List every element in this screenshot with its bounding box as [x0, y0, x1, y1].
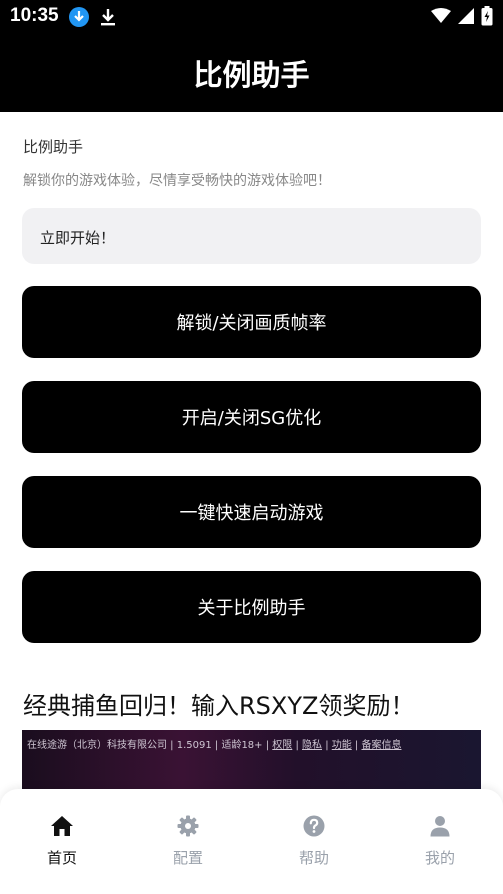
- person-icon: [400, 815, 480, 841]
- download-badge-icon: [69, 7, 89, 27]
- gear-icon: [148, 815, 228, 841]
- ad-features-link[interactable]: 功能: [332, 740, 352, 751]
- signal-icon: [457, 7, 475, 29]
- quick-launch-game-button[interactable]: 一键快速启动游戏: [22, 476, 481, 548]
- promo-headline: 经典捕鱼回归！输入RSXYZ领奖励！: [23, 692, 415, 720]
- ad-permissions-link[interactable]: 权限: [272, 740, 292, 751]
- nav-item-help[interactable]: 帮助: [274, 815, 354, 868]
- status-time: 10:35: [10, 5, 59, 26]
- toggle-sg-optimization-button[interactable]: 开启/关闭SG优化: [22, 381, 481, 453]
- battery-icon: [481, 6, 493, 30]
- bottom-navigation: 首页 配置 帮助 我的: [0, 789, 503, 894]
- help-icon: [274, 815, 354, 841]
- toggle-quality-framerate-button[interactable]: 解锁/关闭画质帧率: [22, 286, 481, 358]
- nav-item-mine[interactable]: 我的: [400, 815, 480, 868]
- about-app-button[interactable]: 关于比例助手: [22, 571, 481, 643]
- nav-item-home[interactable]: 首页: [22, 815, 102, 868]
- nav-label-config: 配置: [172, 849, 203, 867]
- ad-separator: |: [292, 740, 303, 751]
- ad-privacy-link[interactable]: 隐私: [302, 740, 322, 751]
- download-icon: [99, 7, 117, 31]
- nav-item-config[interactable]: 配置: [148, 815, 228, 868]
- ad-banner-info: 在线途游（北京）科技有限公司 | 1.5091 | 适龄18+ | 权限 | 隐…: [27, 736, 401, 751]
- home-icon: [22, 815, 102, 841]
- app-title: 比例助手: [193, 58, 310, 92]
- ad-company-info: 在线途游（北京）科技有限公司 | 1.5091 | 适龄18+ |: [27, 740, 273, 751]
- wifi-icon: [431, 8, 451, 28]
- ad-separator: |: [322, 740, 332, 751]
- nav-label-help: 帮助: [298, 849, 329, 867]
- app-bar: 比例助手: [0, 34, 503, 112]
- intro-title: 比例助手: [23, 138, 84, 156]
- nav-label-home: 首页: [46, 849, 77, 867]
- start-now-field[interactable]: 立即开始！: [22, 208, 481, 264]
- nav-label-mine: 我的: [424, 849, 455, 867]
- intro-description: 解锁你的游戏体验，尽情享受畅快的游戏体验吧！: [23, 173, 331, 189]
- status-bar: 10:35: [0, 0, 503, 34]
- ad-filing-link[interactable]: 备案信息: [361, 740, 401, 751]
